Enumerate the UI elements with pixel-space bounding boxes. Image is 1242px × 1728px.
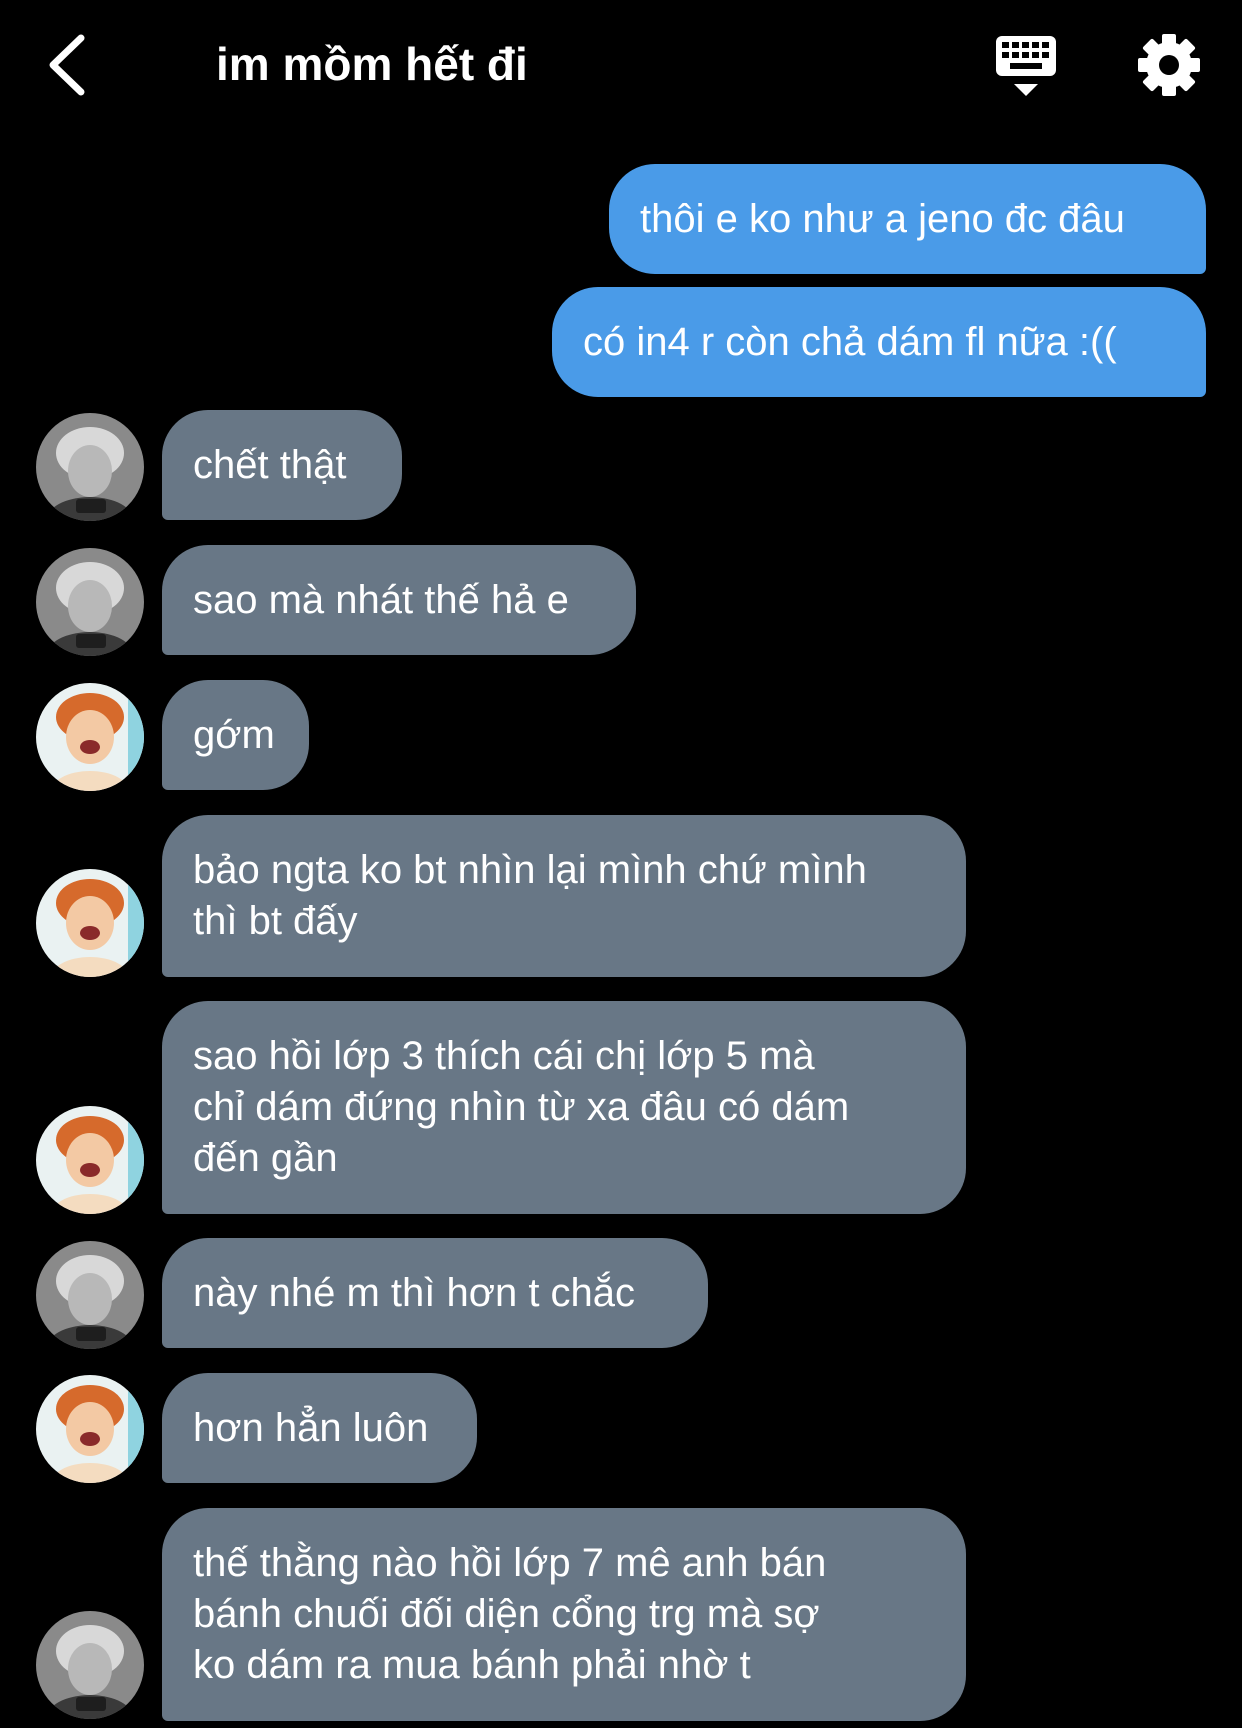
message-text-line: đến gần [193,1136,338,1180]
message-bubble-incoming[interactable]: sao mà nhát thế hả e [162,545,636,655]
message-text-line: thế thằng nào hồi lớp 7 mê anh bán [193,1541,827,1585]
message-text-line: bánh chuối đối diện cổng trg mà sợ [193,1592,820,1636]
message-bubble-outgoing[interactable]: có in4 r còn chả dám fl nữa :(( [552,287,1206,397]
keyboard-hide-icon [996,36,1056,96]
message-text: sao mà nhát thế hả e [193,577,569,622]
message-bubble-incoming[interactable]: bảo ngta ko bt nhìn lại mình chứ mình th… [162,815,966,977]
message-text: gớm [193,712,275,757]
message-bubble-outgoing[interactable]: thôi e ko như a jeno đc đâu [609,164,1206,274]
back-button[interactable] [30,25,100,105]
keyboard-button[interactable] [990,30,1062,102]
message-text-line: sao hồi lớp 3 thích cái chị lớp 5 mà [193,1034,815,1078]
message-text: này nhé m thì hơn t chắc [193,1270,636,1315]
message-bubble-incoming[interactable]: gớm [162,680,309,790]
message-text-line: ko dám ra mua bánh phải nhờ t [193,1643,751,1687]
avatar-orange[interactable] [36,1375,144,1483]
chat-title: im mồm hết đi [216,38,528,90]
avatar-gray[interactable] [36,1611,144,1719]
message-text: thôi e ko như a jeno đc đâu [640,196,1125,241]
gear-icon [1138,34,1200,96]
message-bubble-incoming[interactable]: sao hồi lớp 3 thích cái chị lớp 5 mà chỉ… [162,1001,966,1214]
avatar-gray[interactable] [36,413,144,521]
message-bubble-incoming[interactable]: hơn hẳn luôn [162,1373,477,1483]
avatar-orange[interactable] [36,683,144,791]
message-bubble-incoming[interactable]: thế thằng nào hồi lớp 7 mê anh bán bánh … [162,1508,966,1721]
avatar-gray[interactable] [36,548,144,656]
message-bubble-incoming[interactable]: chết thật [162,410,402,520]
avatar-orange[interactable] [36,869,144,977]
chevron-left-icon [49,34,85,96]
message-text: chết thật [193,442,347,487]
avatar-orange[interactable] [36,1106,144,1214]
avatar-gray[interactable] [36,1241,144,1349]
message-text-line: chỉ dám đứng nhìn từ xa đâu có dám [193,1085,850,1129]
message-bubble-incoming[interactable]: này nhé m thì hơn t chắc [162,1238,708,1348]
message-text-line: bảo ngta ko bt nhìn lại mình chứ mình [193,848,867,892]
message-text: có in4 r còn chả dám fl nữa :(( [583,319,1117,364]
chat-header: im mồm hết đi [0,0,1242,130]
settings-button[interactable] [1136,32,1202,98]
message-text-line: thì bt đấy [193,899,358,943]
message-text: hơn hẳn luôn [193,1405,429,1450]
